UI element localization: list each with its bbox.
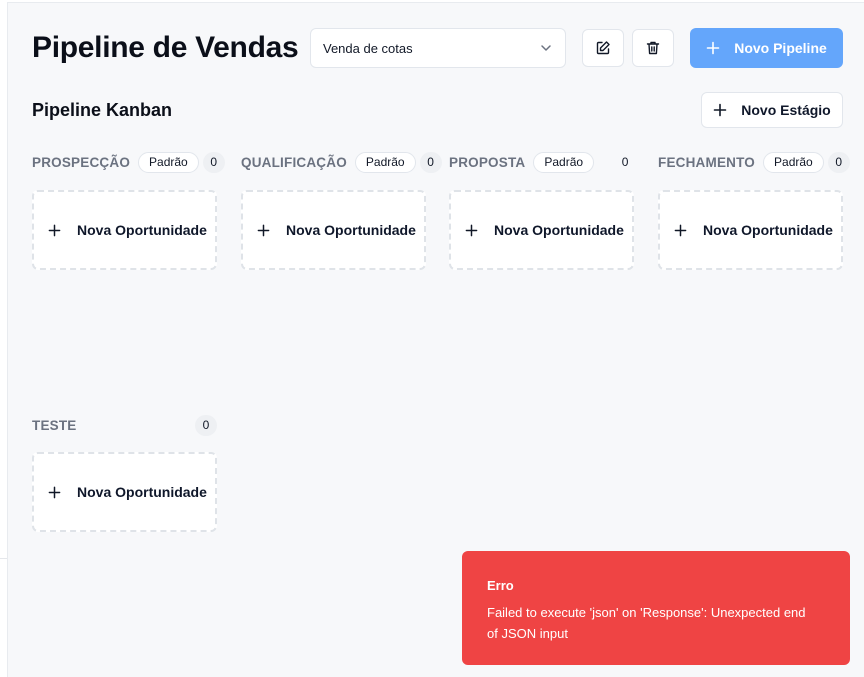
add-opportunity-label: Nova Oportunidade	[77, 222, 207, 238]
add-opportunity-button[interactable]: Nova Oportunidade	[449, 190, 634, 270]
plus-icon	[465, 224, 478, 237]
add-opportunity-label: Nova Oportunidade	[286, 222, 416, 238]
stage-header-fechamento: FECHAMENTO Padrão 0	[658, 151, 850, 173]
stage-name: TESTE	[32, 417, 77, 433]
plus-icon	[257, 224, 270, 237]
stage-count: 0	[195, 414, 217, 436]
pipeline-select[interactable]: Venda de cotas	[310, 28, 566, 68]
plus-icon	[48, 486, 61, 499]
add-opportunity-button[interactable]: Nova Oportunidade	[241, 190, 426, 270]
toast-message: Failed to execute 'json' on 'Response': …	[487, 605, 806, 641]
stage-name: QUALIFICAÇÃO	[241, 154, 347, 170]
pipeline-select-value: Venda de cotas	[323, 40, 413, 56]
stage-header-proposta: PROPOSTA Padrão 0	[449, 151, 636, 173]
plus-icon	[713, 103, 727, 117]
add-opportunity-label: Nova Oportunidade	[77, 484, 207, 500]
stage-count: 0	[419, 151, 442, 173]
stage-name: PROSPECÇÃO	[32, 154, 131, 170]
delete-pipeline-button[interactable]	[632, 29, 674, 67]
edit-icon	[595, 40, 611, 56]
trash-icon	[645, 40, 661, 56]
toast-title: Erro	[487, 578, 514, 593]
default-badge: Padrão	[763, 151, 824, 173]
page-title: Pipeline de Vendas	[32, 31, 299, 64]
stage-header-qualificacao: QUALIFICAÇÃO Padrão 0	[241, 151, 442, 173]
divider	[0, 558, 7, 559]
add-opportunity-label: Nova Oportunidade	[494, 222, 624, 238]
stage-name: PROPOSTA	[449, 154, 526, 170]
stage-header-prospeccao: PROSPECÇÃO Padrão 0	[32, 151, 225, 173]
chevron-down-icon	[539, 41, 553, 55]
stage-name: FECHAMENTO	[658, 154, 756, 170]
stage-count: 0	[621, 155, 629, 169]
default-badge: Padrão	[354, 151, 416, 173]
plus-icon	[706, 41, 720, 55]
board-title: Pipeline Kanban	[32, 100, 173, 120]
add-opportunity-button[interactable]: Nova Oportunidade	[32, 452, 217, 532]
default-badge: Padrão	[138, 151, 199, 173]
plus-icon	[48, 224, 61, 237]
stage-count: 0	[827, 151, 850, 173]
edit-pipeline-button[interactable]	[582, 29, 624, 67]
error-toast[interactable]: Erro Failed to execute 'json' on 'Respon…	[462, 551, 850, 665]
plus-icon	[674, 224, 687, 237]
add-opportunity-button[interactable]: Nova Oportunidade	[658, 190, 843, 270]
stage-header-teste: TESTE 0	[32, 414, 217, 436]
add-opportunity-button[interactable]: Nova Oportunidade	[32, 190, 217, 270]
stage-count: 0	[202, 151, 225, 173]
new-pipeline-button[interactable]: Novo Pipeline	[690, 28, 843, 68]
default-badge: Padrão	[533, 151, 595, 173]
new-pipeline-label: Novo Pipeline	[734, 40, 827, 56]
new-stage-button[interactable]: Novo Estágio	[701, 92, 843, 128]
new-stage-label: Novo Estágio	[741, 102, 831, 118]
add-opportunity-label: Nova Oportunidade	[703, 222, 833, 238]
